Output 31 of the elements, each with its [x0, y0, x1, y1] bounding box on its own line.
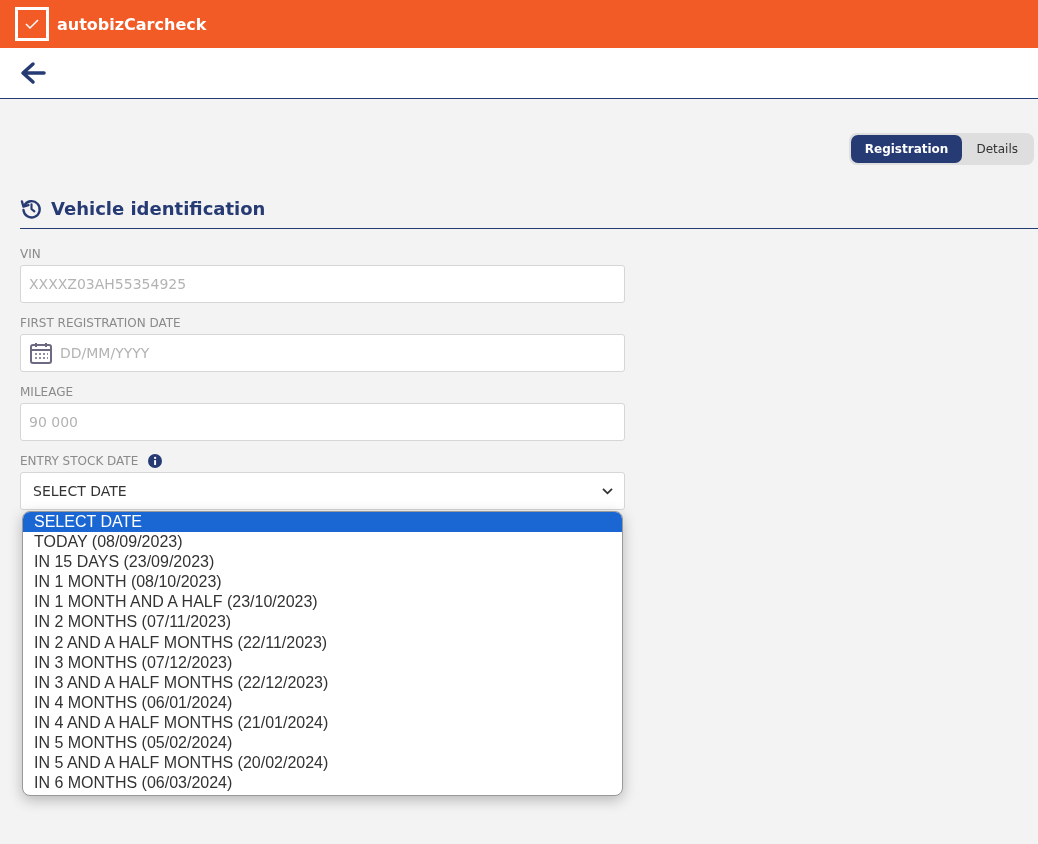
dropdown-option[interactable]: IN 4 AND A HALF MONTHS (21/01/2024): [23, 712, 622, 734]
dropdown-option[interactable]: TODAY (08/09/2023): [23, 532, 622, 553]
dropdown-option[interactable]: IN 5 MONTHS (05/02/2024): [23, 733, 622, 754]
field-label: MILEAGE: [20, 385, 75, 399]
field-label: VIN: [20, 247, 42, 261]
date-select[interactable]: SELECT DATE: [20, 472, 625, 510]
input-field[interactable]: DD/MM/YYYY: [20, 334, 625, 372]
section-title: Vehicle identification: [51, 198, 266, 219]
dropdown-option[interactable]: IN 2 MONTHS (07/11/2023): [23, 612, 622, 633]
chevron-down-icon: [601, 486, 614, 496]
input-field[interactable]: 90 000: [20, 403, 625, 441]
back-arrow-icon[interactable]: [20, 61, 46, 85]
tab[interactable]: Details: [962, 135, 1032, 163]
dropdown-option[interactable]: IN 3 MONTHS (07/12/2023): [23, 652, 622, 673]
dropdown-option[interactable]: IN 6 MONTHS (06/03/2024): [23, 773, 622, 794]
tab[interactable]: Registration: [850, 135, 963, 163]
dropdown-option[interactable]: IN 4 MONTHS (06/01/2024): [23, 692, 622, 713]
field-label: FIRST REGISTRATION DATE: [20, 316, 182, 330]
history-icon: [20, 197, 43, 220]
checkbox-logo-icon: [15, 7, 49, 41]
dropdown-option[interactable]: SELECT DATE: [23, 512, 622, 533]
dropdown-option[interactable]: IN 3 AND A HALF MONTHS (22/12/2023): [23, 672, 622, 693]
dropdown-option[interactable]: IN 1 MONTH (08/10/2023): [23, 572, 622, 593]
app-title: autobizCarcheck: [57, 14, 207, 34]
field-label: ENTRY STOCK DATE: [20, 454, 139, 468]
info-icon[interactable]: [148, 454, 163, 468]
dropdown-option[interactable]: IN 15 DAYS (23/09/2023): [23, 552, 622, 573]
input-field[interactable]: XXXXZ03AH55354925: [20, 265, 625, 303]
dropdown-option[interactable]: IN 1 MONTH AND A HALF (23/10/2023): [23, 592, 622, 613]
dropdown-option[interactable]: IN 2 AND A HALF MONTHS (22/11/2023): [23, 632, 622, 653]
dropdown-option[interactable]: IN 5 AND A HALF MONTHS (20/02/2024): [23, 753, 622, 774]
